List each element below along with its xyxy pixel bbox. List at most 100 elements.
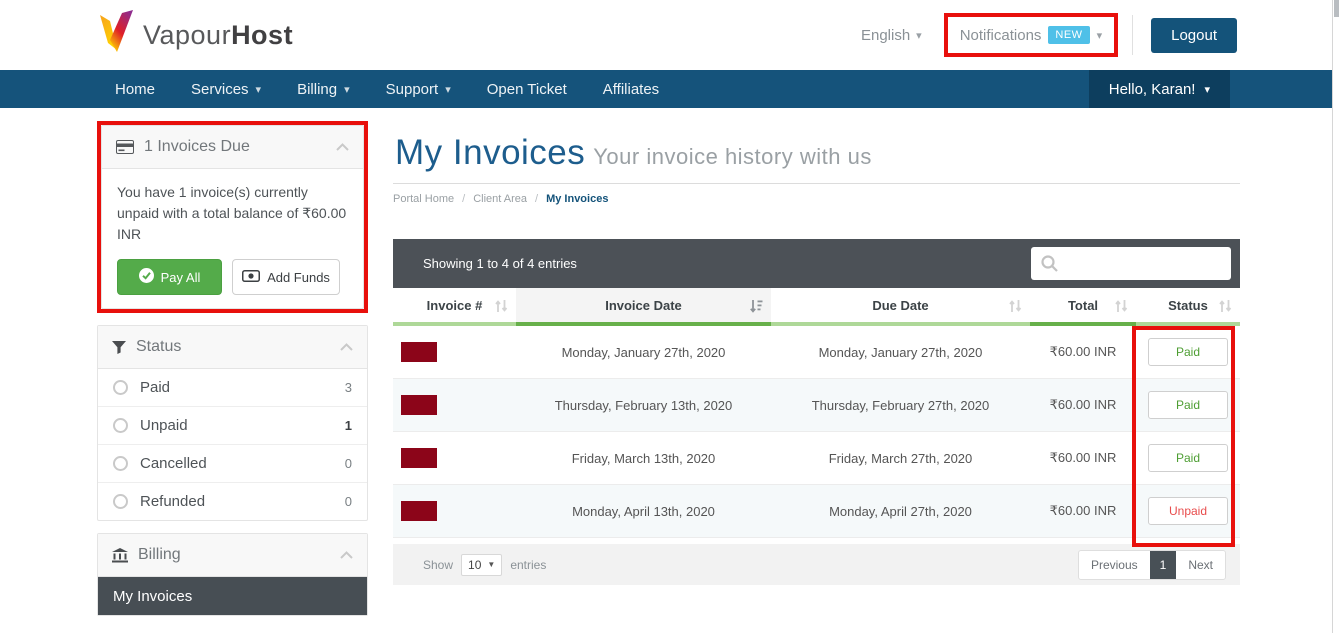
- chevron-up-icon: [340, 551, 353, 559]
- header-divider: [1132, 15, 1134, 55]
- logout-button[interactable]: Logout: [1151, 17, 1237, 53]
- breadcrumb-client-area[interactable]: Client Area: [473, 193, 527, 205]
- language-label: English: [860, 26, 911, 44]
- status-filter-title: Status: [136, 338, 182, 355]
- check-circle-icon: [138, 268, 154, 286]
- chevron-down-icon: ▾: [255, 83, 262, 96]
- due-date-cell: Monday, January 27th, 2020: [818, 344, 983, 360]
- radio-icon: [113, 380, 128, 395]
- brand-name: VapourHost: [143, 19, 294, 50]
- sort-desc-icon: [749, 299, 763, 316]
- page-subtitle: Your invoice history with us: [593, 144, 872, 169]
- brand-logo[interactable]: VapourHost: [97, 9, 294, 61]
- filter-icon: [112, 340, 126, 354]
- invoices-due-panel: 1 Invoices Due You have 1 invoice(s) cur…: [101, 125, 364, 309]
- radio-icon: [113, 418, 128, 433]
- due-date-cell: Thursday, February 27th, 2020: [811, 397, 990, 413]
- column-header-due-date[interactable]: Due Date: [771, 288, 1030, 326]
- user-menu[interactable]: Hello, Karan! ▾: [1088, 70, 1230, 108]
- table-footer: Show 10 ▼ entries Previous 1 Next: [393, 544, 1240, 585]
- status-filter-cancelled[interactable]: Cancelled 0: [98, 445, 367, 483]
- page-title: My Invoices: [395, 133, 586, 172]
- total-cell: ₹60.00 INR: [1049, 344, 1117, 359]
- column-header-invoice-number[interactable]: Invoice #: [393, 288, 516, 326]
- table-row[interactable]: Friday, March 13th, 2020 Friday, March 2…: [393, 432, 1240, 485]
- main-navbar: Home Services ▾ Billing ▾ Support ▾ Open Ti…: [0, 70, 1332, 108]
- table-row[interactable]: Monday, January 27th, 2020 Monday, Janua…: [393, 326, 1240, 379]
- money-icon: [242, 269, 261, 285]
- search-input[interactable]: [1031, 247, 1231, 280]
- breadcrumb: Portal Home / Client Area / My Invoices: [393, 193, 609, 205]
- table-row[interactable]: Thursday, February 13th, 2020 Thursday, …: [393, 379, 1240, 432]
- previous-page-button[interactable]: Previous: [1079, 551, 1150, 579]
- scrollbar-thumb[interactable]: [1334, 0, 1339, 17]
- notifications-dropdown[interactable]: Notifications NEW ▾: [960, 26, 1102, 44]
- billing-title: Billing: [138, 546, 181, 563]
- invoice-status-button[interactable]: Paid: [1148, 391, 1228, 419]
- credit-card-icon: [116, 140, 134, 154]
- invoice-number-redacted: [401, 448, 437, 468]
- status-filter-header[interactable]: Status: [98, 326, 367, 369]
- chevron-down-icon: ▾: [445, 83, 451, 96]
- radio-icon: [113, 494, 128, 509]
- invoice-date-cell: Monday, April 13th, 2020: [572, 503, 715, 519]
- invoices-due-message: You have 1 invoice(s) currently unpaid w…: [117, 184, 347, 242]
- table-row[interactable]: Monday, April 13th, 2020 Monday, April 2…: [393, 485, 1240, 538]
- total-cell: ₹60.00 INR: [1049, 450, 1117, 465]
- page-scrollbar[interactable]: [1332, 0, 1339, 633]
- show-label: Show: [423, 557, 454, 572]
- invoices-due-header[interactable]: 1 Invoices Due: [102, 126, 363, 169]
- chevron-down-icon: ▾: [1096, 29, 1103, 42]
- status-count: 1: [344, 418, 352, 433]
- invoice-status-button[interactable]: Paid: [1148, 338, 1228, 366]
- title-divider: [393, 183, 1240, 184]
- chevron-up-icon: [336, 143, 349, 151]
- sidebar-item-my-invoices[interactable]: My Invoices: [98, 577, 367, 615]
- billing-panel: Billing My Invoices: [97, 533, 368, 616]
- status-count: 3: [344, 380, 352, 395]
- column-header-total[interactable]: Total: [1030, 288, 1136, 326]
- vapourhost-logo-icon: [97, 9, 135, 61]
- status-filter-refunded[interactable]: Refunded 0: [98, 483, 367, 520]
- add-funds-button[interactable]: Add Funds: [232, 259, 340, 295]
- invoice-date-cell: Monday, January 27th, 2020: [561, 344, 726, 360]
- breadcrumb-my-invoices: My Invoices: [546, 193, 609, 205]
- language-dropdown[interactable]: English ▾: [861, 27, 922, 44]
- invoice-status-button[interactable]: Paid: [1148, 444, 1228, 472]
- column-header-status[interactable]: Status: [1136, 288, 1240, 326]
- invoice-number-redacted: [401, 501, 437, 521]
- nav-item-services[interactable]: Services ▾: [173, 70, 279, 108]
- chevron-down-icon: ▼: [487, 560, 496, 569]
- total-cell: ₹60.00 INR: [1049, 397, 1117, 412]
- main-content: My Invoices Your invoice history with us …: [393, 121, 1240, 585]
- due-date-cell: Monday, April 27th, 2020: [829, 503, 972, 519]
- entries-summary: Showing 1 to 4 of 4 entries: [423, 256, 577, 271]
- page-size-select[interactable]: 10 ▼: [461, 553, 503, 576]
- sort-icon: [1115, 299, 1128, 316]
- next-page-button[interactable]: Next: [1176, 551, 1225, 579]
- column-header-invoice-date[interactable]: Invoice Date: [516, 288, 771, 326]
- radio-icon: [113, 456, 128, 471]
- invoice-number-redacted: [401, 395, 437, 415]
- nav-item-home[interactable]: Home: [97, 70, 173, 108]
- billing-header[interactable]: Billing: [98, 534, 367, 577]
- invoices-due-title: 1 Invoices Due: [144, 138, 250, 155]
- nav-item-affiliates[interactable]: Affiliates: [585, 70, 677, 108]
- current-page-button[interactable]: 1: [1149, 550, 1177, 579]
- sort-icon: [1219, 299, 1232, 316]
- nav-item-billing[interactable]: Billing ▾: [279, 70, 368, 108]
- breadcrumb-portal-home[interactable]: Portal Home: [393, 193, 454, 205]
- chevron-down-icon: ▾: [916, 29, 922, 42]
- new-badge: NEW: [1048, 26, 1090, 44]
- invoice-status-button[interactable]: Unpaid: [1148, 497, 1228, 525]
- table-toolbar: Showing 1 to 4 of 4 entries: [393, 239, 1240, 288]
- nav-item-open-ticket[interactable]: Open Ticket: [469, 70, 585, 108]
- status-filter-unpaid[interactable]: Unpaid 1: [98, 407, 367, 445]
- sidebar: 1 Invoices Due You have 1 invoice(s) cur…: [97, 121, 368, 616]
- search-icon: [1040, 254, 1059, 278]
- pay-all-button[interactable]: Pay All: [117, 259, 222, 295]
- nav-item-support[interactable]: Support ▾: [368, 70, 469, 108]
- sort-icon: [495, 299, 508, 316]
- status-filter-paid[interactable]: Paid 3: [98, 369, 367, 407]
- invoice-number-redacted: [401, 342, 437, 362]
